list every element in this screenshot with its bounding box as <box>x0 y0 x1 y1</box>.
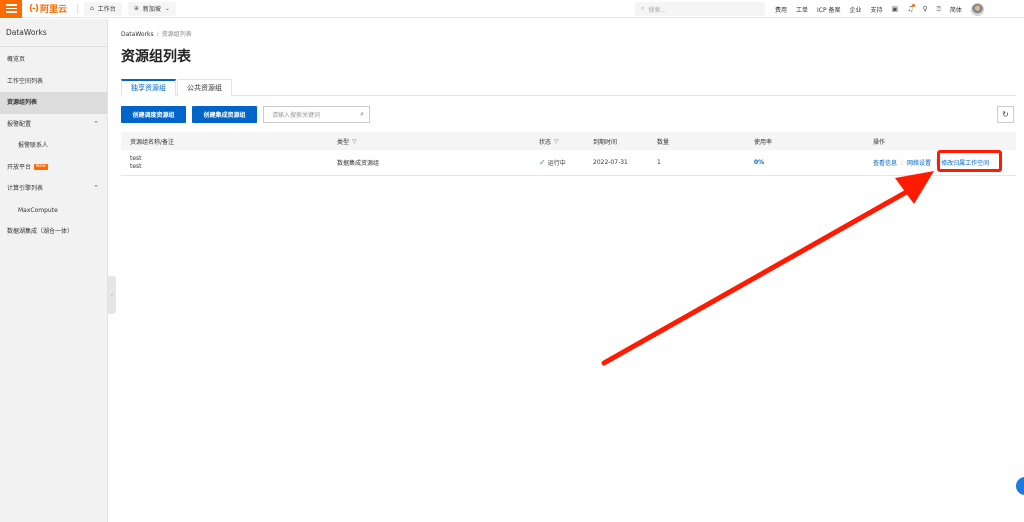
top-link-support[interactable]: 支持 <box>871 5 883 14</box>
sidebar-item-alert-contacts[interactable]: 报警联系人 <box>0 135 107 157</box>
menu-icon[interactable] <box>0 0 22 18</box>
language-switch[interactable]: 简体 <box>950 5 962 14</box>
resource-group-remark: test <box>130 162 142 170</box>
header-label: 状态 <box>539 138 552 146</box>
cell-name: test test <box>130 150 142 175</box>
search-placeholder: 请输入搜索关键词 <box>272 112 321 119</box>
header-type: 类型 ▽ <box>337 132 357 150</box>
header-actions: 操作 <box>873 138 886 146</box>
resource-group-table: 资源组名称/备注 类型 ▽ 状态 ▽ 到期时间 数量 使用率 操作 test tes… <box>121 132 1016 176</box>
sidebar-item-label: 概览页 <box>7 56 26 63</box>
sidebar-item-label: 开放平台 <box>7 163 32 171</box>
new-badge: New <box>34 164 48 170</box>
cell-type: 数据集成资源组 <box>337 160 380 167</box>
refresh-button[interactable]: ↻ <box>997 106 1014 123</box>
sidebar-item-compute-engines[interactable]: 计算引擎列表 ⌃ <box>0 178 107 200</box>
lightbulb-icon[interactable]: ♀ <box>922 5 927 13</box>
global-search-placeholder: 搜索... <box>648 6 667 14</box>
sidebar-item-label: 计算引擎列表 <box>7 185 44 192</box>
workbench-button[interactable]: ⌂ 工作台 <box>83 1 122 16</box>
bell-icon[interactable]: ♫ <box>907 4 916 13</box>
sidebar-title: DataWorks <box>0 19 107 47</box>
top-link-enterprise[interactable]: 企业 <box>850 5 862 14</box>
create-schedule-group-button[interactable]: 创建调度资源组 <box>121 106 186 123</box>
location-icon: ⊕ <box>133 5 139 12</box>
breadcrumb-separator: / <box>156 31 159 38</box>
sidebar-item-maxcompute[interactable]: MaxCompute <box>0 200 107 222</box>
divider <box>76 3 78 14</box>
aliyun-logo[interactable]: (-) 阿里云 <box>29 2 67 16</box>
top-link-fees[interactable]: 费用 <box>775 5 787 14</box>
sidebar-item-label: 资源组列表 <box>7 99 38 106</box>
header-name: 资源组名称/备注 <box>130 132 174 150</box>
sidebar: DataWorks 概览页 工作空间列表 资源组列表 报警配置 ⌃ 报警联系人 开… <box>0 19 108 522</box>
region-label: 新加坡 <box>142 6 161 13</box>
search-input[interactable]: 请输入搜索关键词 ⌕ <box>263 106 370 123</box>
global-search-input[interactable]: ⌕ 搜索... <box>635 2 765 16</box>
resource-group-name: test <box>130 154 142 162</box>
sidebar-item-data-lake[interactable]: 数据湖集成（湖仓一体） <box>0 221 107 243</box>
header-quantity: 数量 <box>657 138 670 146</box>
top-links: 费用 工单 ICP 备案 企业 支持 ▣ ♫ ♀ ⍰ 简体 <box>775 0 984 18</box>
floating-help-button[interactable] <box>1016 477 1024 495</box>
help-icon[interactable]: ⍰ <box>937 5 941 14</box>
tab-exclusive[interactable]: 独享资源组 <box>121 79 176 96</box>
sidebar-item-alert-config[interactable]: 报警配置 ⌃ <box>0 114 107 136</box>
top-link-icp[interactable]: ICP 备案 <box>817 5 841 14</box>
resource-group-tabs: 独享资源组 公共资源组 <box>121 79 1016 96</box>
cell-quantity: 1 <box>657 159 661 166</box>
status-label: 运行中 <box>547 160 566 167</box>
avatar[interactable] <box>970 2 984 16</box>
breadcrumb: DataWorks / 资源组列表 <box>121 29 192 38</box>
breadcrumb-current: 资源组列表 <box>161 31 192 38</box>
tab-public[interactable]: 公共资源组 <box>177 79 232 96</box>
sidebar-collapse-handle[interactable]: ‹ <box>108 276 116 314</box>
header-usage: 使用率 <box>754 138 773 146</box>
create-integration-group-button[interactable]: 创建集成资源组 <box>192 106 257 123</box>
sidebar-item-label: 数据湖集成（湖仓一体） <box>7 228 74 235</box>
action-separator: | <box>901 159 904 166</box>
network-settings-link[interactable]: 网络设置 <box>907 158 931 167</box>
annotation-highlight-box <box>937 150 1002 172</box>
table-header: 资源组名称/备注 类型 ▽ 状态 ▽ 到期时间 数量 使用率 操作 <box>121 132 1016 150</box>
sidebar-item-label: 报警联系人 <box>18 142 49 149</box>
chevron-down-icon: ⌄ <box>164 5 170 12</box>
top-link-tickets[interactable]: 工单 <box>796 5 808 14</box>
brand-name: 阿里云 <box>39 5 67 15</box>
sidebar-item-overview[interactable]: 概览页 <box>0 49 107 71</box>
sidebar-item-resource-groups[interactable]: 资源组列表 <box>0 92 107 114</box>
header-status: 状态 ▽ <box>539 132 559 150</box>
refresh-icon: ↻ <box>1002 110 1009 119</box>
notification-dot <box>912 4 916 7</box>
breadcrumb-root[interactable]: DataWorks <box>121 31 154 38</box>
home-icon: ⌂ <box>89 5 94 12</box>
page-title: 资源组列表 <box>121 49 191 65</box>
table-row: test test 数据集成资源组 ✓ 运行中 2022-07-31 1 0% … <box>121 150 1016 176</box>
logo-mark: (-) <box>29 3 39 14</box>
cell-status: ✓ 运行中 <box>539 150 566 175</box>
header-expire: 到期时间 <box>593 138 618 146</box>
view-info-link[interactable]: 查看信息 <box>873 158 897 167</box>
search-icon: ⌕ <box>641 5 645 12</box>
header-label: 资源组名称/备注 <box>130 138 175 146</box>
filter-icon[interactable]: ▽ <box>554 138 559 145</box>
chevron-up-icon: ⌃ <box>93 119 99 128</box>
sidebar-item-label: MaxCompute <box>18 206 58 214</box>
sidebar-item-label: 工作空间列表 <box>7 77 44 85</box>
cell-usage: 0% <box>754 159 765 166</box>
sidebar-item-open-platform[interactable]: 开放平台 New <box>0 157 107 179</box>
header-label: 类型 <box>337 138 350 146</box>
cell-expire: 2022-07-31 <box>593 159 628 166</box>
terminal-icon[interactable]: ▣ <box>892 5 899 13</box>
workbench-label: 工作台 <box>97 6 116 13</box>
chevron-left-icon: ‹ <box>110 291 114 299</box>
filter-icon[interactable]: ▽ <box>352 138 357 145</box>
check-icon: ✓ <box>539 158 546 167</box>
arrow-shaft <box>601 187 913 366</box>
region-selector[interactable]: ⊕ 新加坡 ⌄ <box>127 1 176 16</box>
chevron-up-icon: ⌃ <box>93 184 99 192</box>
sidebar-item-label: 报警配置 <box>7 120 32 128</box>
sidebar-item-workspaces[interactable]: 工作空间列表 <box>0 71 107 93</box>
search-icon[interactable]: ⌕ <box>360 110 364 119</box>
